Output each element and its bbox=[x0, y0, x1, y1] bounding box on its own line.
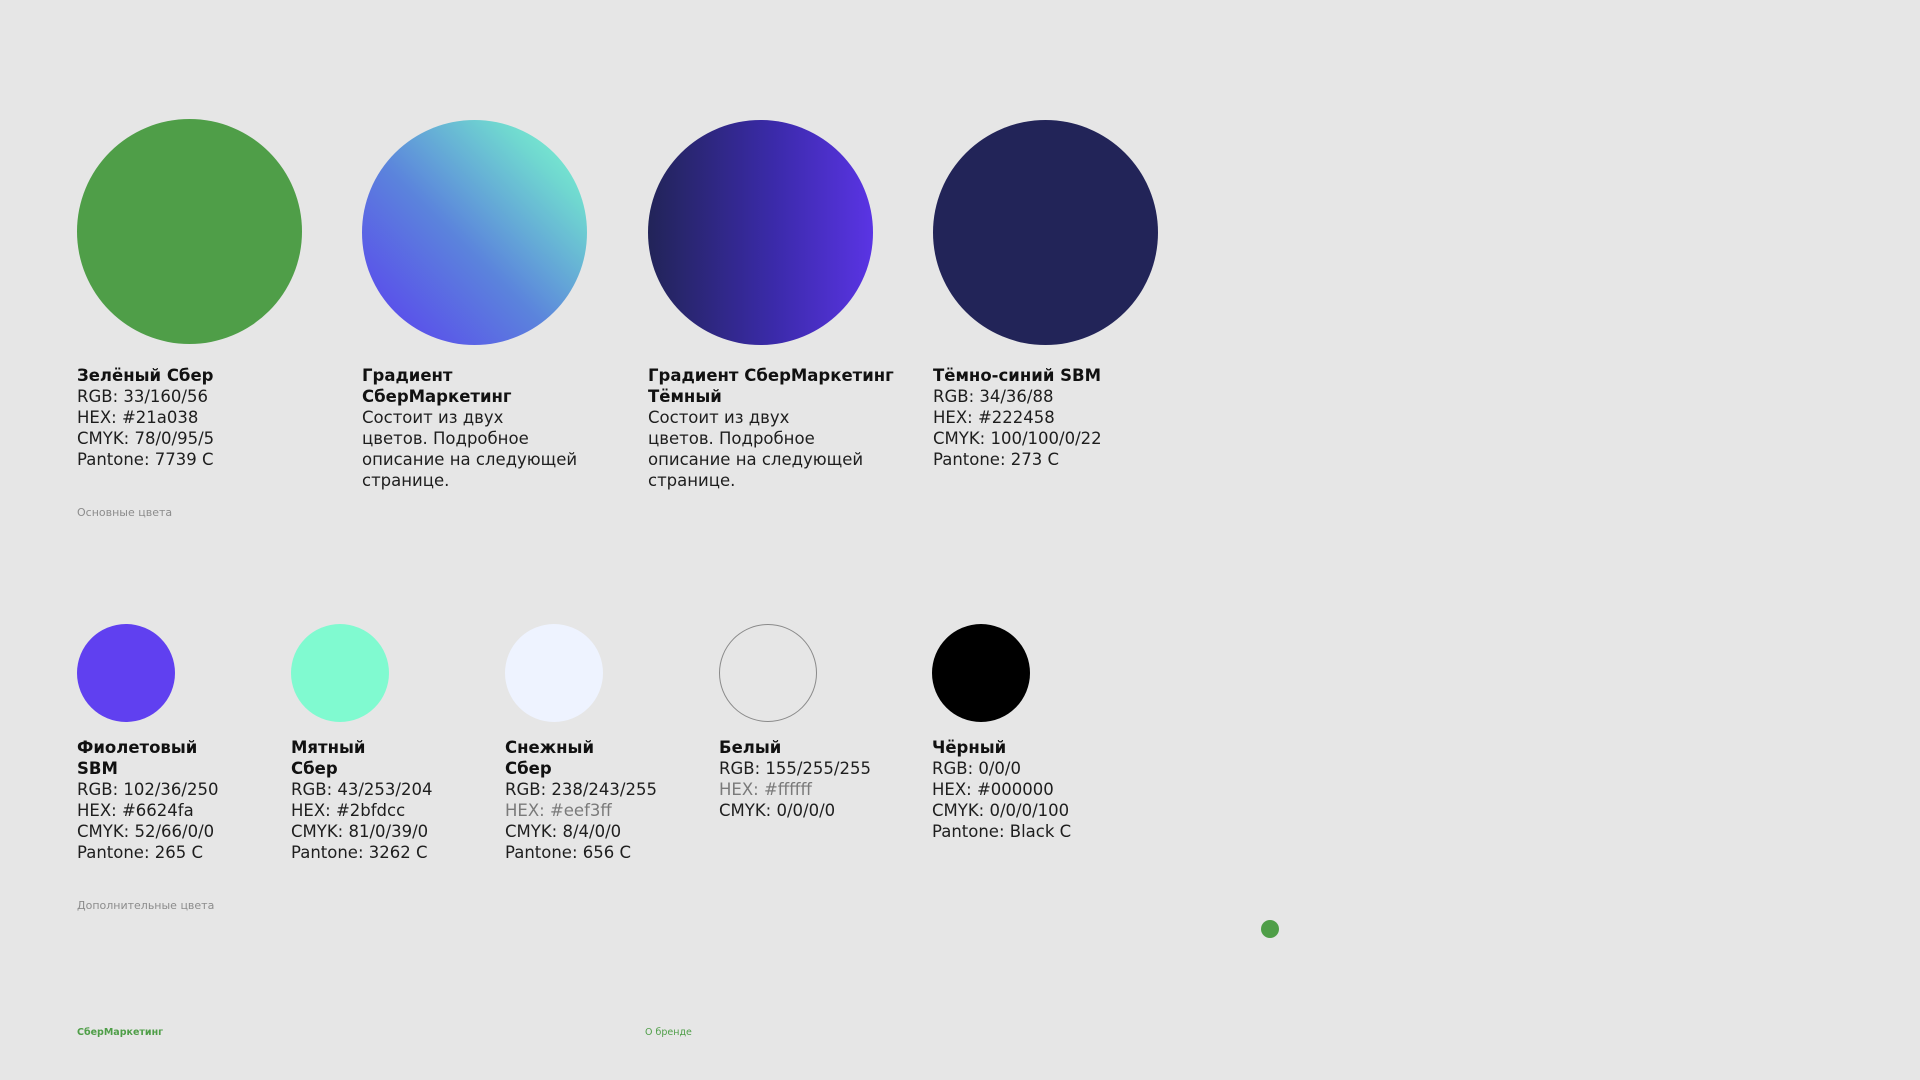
color-title-line-2: Сбер bbox=[291, 759, 338, 778]
white-label: Белый RGB: 155/255/255 HEX: #ffffff CMYK… bbox=[719, 737, 871, 821]
rgb-value: RGB: 238/243/255 bbox=[505, 780, 657, 799]
rgb-value: RGB: 34/36/88 bbox=[933, 387, 1054, 406]
violet-sbm-label: Фиолетовый SBM RGB: 102/36/250 HEX: #662… bbox=[77, 737, 218, 863]
rgb-value: RGB: 155/255/255 bbox=[719, 759, 871, 778]
color-title: Тёмно-синий SBM bbox=[933, 366, 1102, 385]
color-title: Зелёный Сбер bbox=[77, 366, 214, 385]
color-title-line-1: Мятный bbox=[291, 738, 366, 757]
black-label: Чёрный RGB: 0/0/0 HEX: #000000 CMYK: 0/0… bbox=[932, 737, 1071, 842]
footer-section-name: О бренде bbox=[645, 1027, 692, 1038]
green-dot-marker bbox=[1261, 920, 1279, 938]
hex-value: HEX: #21a038 bbox=[77, 408, 199, 427]
green-sber-swatch bbox=[77, 119, 302, 344]
snow-sber-label: Снежный Сбер RGB: 238/243/255 HEX: #eef3… bbox=[505, 737, 657, 863]
hex-value: HEX: #6624fa bbox=[77, 801, 194, 820]
violet-sbm-swatch bbox=[77, 624, 175, 722]
cmyk-value: CMYK: 78/0/95/5 bbox=[77, 429, 215, 448]
gradient-sbermarketing-swatch bbox=[362, 120, 587, 345]
pantone-value: Pantone: Black C bbox=[932, 822, 1072, 841]
color-title-line-2: Сбер bbox=[505, 759, 552, 778]
mint-sber-swatch bbox=[291, 624, 389, 722]
hex-value: HEX: #2bfdcc bbox=[291, 801, 406, 820]
cmyk-value: CMYK: 100/100/0/22 bbox=[933, 429, 1102, 448]
brand-colors-page: Зелёный Сбер RGB: 33/160/56 HEX: #21a038… bbox=[0, 0, 1920, 1080]
pantone-value: Pantone: 265 C bbox=[77, 843, 204, 862]
description-line: описание на следующей bbox=[648, 450, 864, 469]
pantone-value: Pantone: 656 C bbox=[505, 843, 632, 862]
description-line: описание на следующей bbox=[362, 450, 578, 469]
cmyk-value: CMYK: 52/66/0/0 bbox=[77, 822, 215, 841]
additional-colors-caption: Дополнительные цвета bbox=[77, 899, 215, 912]
rgb-value: RGB: 0/0/0 bbox=[932, 759, 1021, 778]
dark-blue-sbm-label: Тёмно-синий SBM RGB: 34/36/88 HEX: #2224… bbox=[933, 365, 1102, 470]
color-title-line-1: Градиент СберМаркетинг bbox=[648, 366, 894, 385]
pantone-value: Pantone: 273 C bbox=[933, 450, 1060, 469]
gradient-sbermarketing-label: Градиент СберМаркетинг Состоит из двух ц… bbox=[362, 365, 577, 491]
description-line: странице. bbox=[362, 471, 450, 490]
color-title: Белый bbox=[719, 738, 782, 757]
footer-logo: СберМаркетинг bbox=[77, 1027, 164, 1038]
black-swatch bbox=[932, 624, 1030, 722]
gradient-dark-label: Градиент СберМаркетинг Тёмный Состоит из… bbox=[648, 365, 894, 491]
green-sber-label: Зелёный Сбер RGB: 33/160/56 HEX: #21a038… bbox=[77, 365, 214, 470]
cmyk-value: CMYK: 0/0/0/0 bbox=[719, 801, 836, 820]
color-title-line-2: SBM bbox=[77, 759, 118, 778]
color-title-line-2: Тёмный bbox=[648, 387, 722, 406]
hex-value: HEX: #eef3ff bbox=[505, 801, 612, 820]
description-line: цветов. Подробное bbox=[648, 429, 815, 448]
color-title-line-1: Фиолетовый bbox=[77, 738, 198, 757]
snow-sber-swatch bbox=[505, 624, 603, 722]
color-title-line-2: СберМаркетинг bbox=[362, 387, 512, 406]
rgb-value: RGB: 43/253/204 bbox=[291, 780, 433, 799]
cmyk-value: CMYK: 81/0/39/0 bbox=[291, 822, 429, 841]
description-line: Состоит из двух bbox=[648, 408, 790, 427]
cmyk-value: CMYK: 8/4/0/0 bbox=[505, 822, 622, 841]
color-title-line-1: Снежный bbox=[505, 738, 595, 757]
white-swatch bbox=[719, 624, 817, 722]
color-title-line-1: Градиент bbox=[362, 366, 453, 385]
hex-value: HEX: #222458 bbox=[933, 408, 1055, 427]
description-line: цветов. Подробное bbox=[362, 429, 529, 448]
gradient-dark-swatch bbox=[648, 120, 873, 345]
pantone-value: Pantone: 7739 C bbox=[77, 450, 214, 469]
description-line: Состоит из двух bbox=[362, 408, 504, 427]
hex-value: HEX: #000000 bbox=[932, 780, 1054, 799]
pantone-value: Pantone: 3262 C bbox=[291, 843, 428, 862]
main-colors-caption: Основные цвета bbox=[77, 506, 173, 519]
rgb-value: RGB: 102/36/250 bbox=[77, 780, 219, 799]
description-line: странице. bbox=[648, 471, 736, 490]
dark-blue-sbm-swatch bbox=[933, 120, 1158, 345]
rgb-value: RGB: 33/160/56 bbox=[77, 387, 208, 406]
color-title: Чёрный bbox=[932, 738, 1007, 757]
cmyk-value: CMYK: 0/0/0/100 bbox=[932, 801, 1070, 820]
mint-sber-label: Мятный Сбер RGB: 43/253/204 HEX: #2bfdcc… bbox=[291, 737, 432, 863]
hex-value: HEX: #ffffff bbox=[719, 780, 812, 799]
